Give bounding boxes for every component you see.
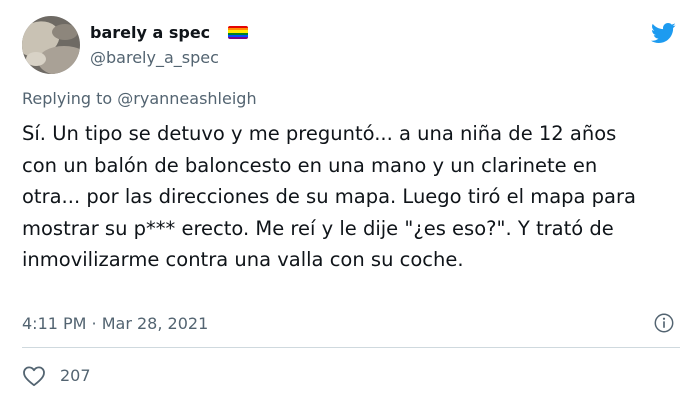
reply-context: Replying to @ryanneashleigh xyxy=(22,89,257,108)
like-count: 207 xyxy=(60,366,91,385)
rainbow-flag-icon xyxy=(228,26,248,39)
info-icon[interactable] xyxy=(653,312,675,334)
reply-mention-link[interactable]: @ryanneashleigh xyxy=(117,89,256,108)
divider xyxy=(22,347,680,348)
avatar[interactable] xyxy=(22,16,80,74)
tweet-card: barely a spec @barely_a_spec Replying to… xyxy=(0,0,700,402)
heart-icon[interactable] xyxy=(22,365,46,387)
user-handle[interactable]: @barely_a_spec xyxy=(90,48,219,67)
tweet-text: Sí. Un tipo se detuvo y me preguntó... a… xyxy=(22,122,636,272)
display-name[interactable]: barely a spec xyxy=(90,23,210,42)
twitter-bird-icon[interactable] xyxy=(648,20,678,46)
tweet-timestamp[interactable]: 4:11 PM · Mar 28, 2021 xyxy=(22,314,208,333)
reply-prefix: Replying to xyxy=(22,89,113,108)
